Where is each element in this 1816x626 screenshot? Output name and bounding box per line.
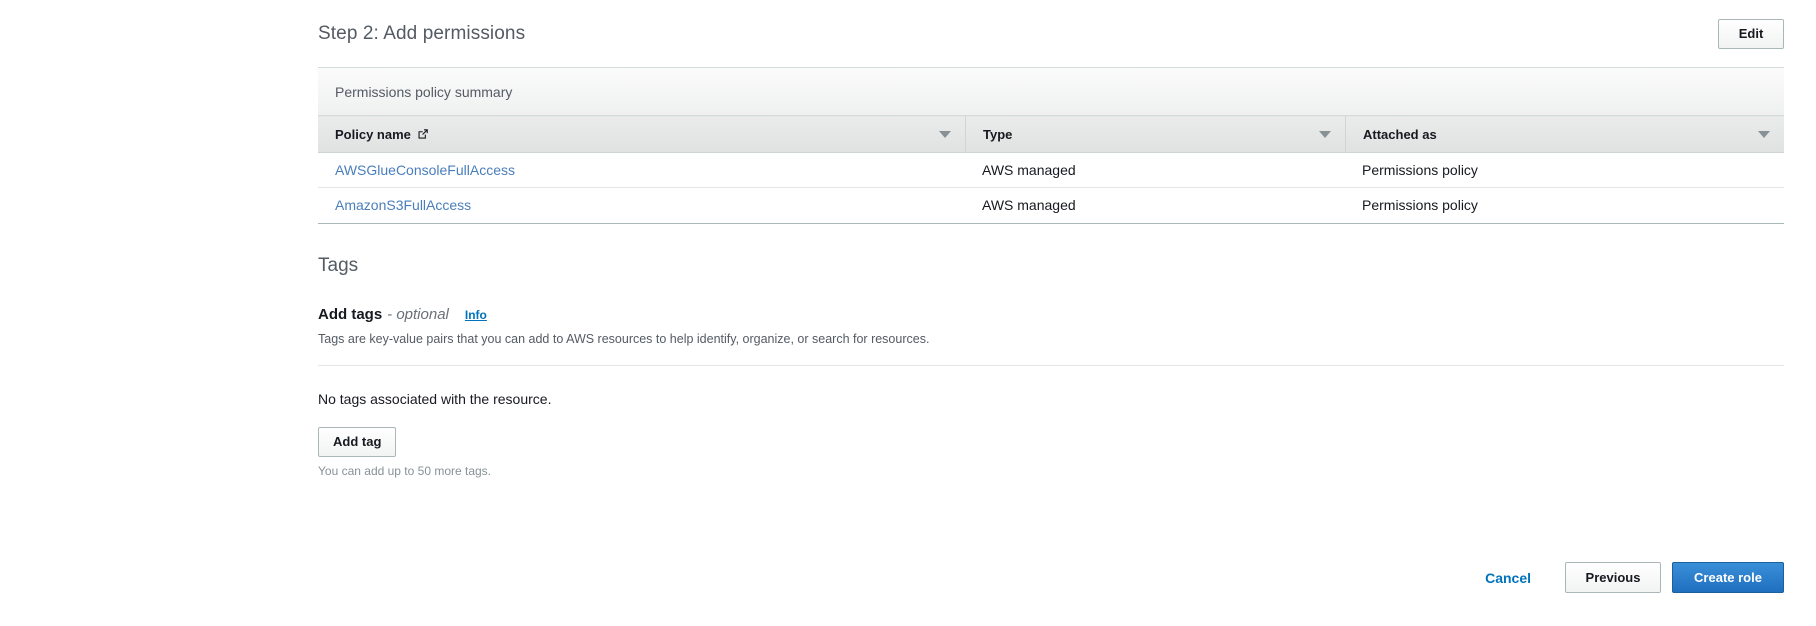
- tags-section-heading: Tags: [318, 254, 359, 276]
- table-row: AmazonS3FullAccess AWS managed Permissio…: [318, 188, 1784, 223]
- sort-attached-as-icon[interactable]: [1758, 130, 1770, 138]
- create-role-button[interactable]: Create role: [1672, 562, 1784, 593]
- cell-policy-name: AmazonS3FullAccess: [318, 188, 965, 223]
- add-tags-label: Add tags: [318, 305, 383, 323]
- add-tags-block: Add tags - optional Info Tags are key-va…: [318, 305, 1784, 478]
- policy-link-awsglueconsolefullaccess[interactable]: AWSGlueConsoleFullAccess: [335, 162, 515, 178]
- cell-attached-as: Permissions policy: [1362, 197, 1478, 214]
- tags-divider: [318, 364, 1784, 366]
- external-link-icon[interactable]: [417, 128, 429, 140]
- cell-type: AWS managed: [965, 152, 1345, 188]
- permissions-policy-table-body: AWSGlueConsoleFullAccess AWS managed Per…: [318, 152, 1784, 223]
- previous-button[interactable]: Previous: [1565, 562, 1661, 593]
- add-tags-title-row: Add tags - optional Info: [318, 305, 1784, 325]
- table-caption: Permissions policy summary: [318, 68, 1784, 115]
- create-role-step-panel: Step 2: Add permissions Edit Permissions…: [318, 0, 1784, 626]
- permissions-policy-table: Policy name Type Attached as AWSGlueCons…: [318, 115, 1784, 223]
- permissions-policy-summary: Permissions policy summary Policy name T…: [318, 68, 1784, 224]
- page-title: Step 2: Add permissions: [318, 22, 526, 44]
- column-header-attached-as-label: Attached as: [1363, 126, 1437, 142]
- column-header-policy-name-label: Policy name: [335, 126, 411, 142]
- step-header: Step 2: Add permissions Edit: [318, 0, 1784, 68]
- info-link[interactable]: Info: [465, 305, 487, 325]
- column-header-policy-name: Policy name: [318, 115, 965, 153]
- tags-limit-hint: You can add up to 50 more tags.: [318, 463, 492, 478]
- add-tags-description: Tags are key-value pairs that you can ad…: [318, 331, 930, 346]
- column-header-attached-as: Attached as: [1345, 115, 1784, 153]
- column-header-type-label: Type: [983, 126, 1013, 142]
- table-header-row: Policy name Type Attached as: [318, 115, 1784, 153]
- column-header-type: Type: [965, 115, 1345, 153]
- table-row: AWSGlueConsoleFullAccess AWS managed Per…: [318, 152, 1784, 188]
- no-tags-message: No tags associated with the resource.: [318, 390, 552, 407]
- sort-type-icon[interactable]: [1319, 130, 1331, 138]
- policy-link-amazons3fullaccess[interactable]: AmazonS3FullAccess: [335, 197, 471, 213]
- sort-policy-name-icon[interactable]: [939, 130, 951, 138]
- cell-policy-name: AWSGlueConsoleFullAccess: [318, 152, 965, 188]
- tags-section: Tags Add tags - optional Info Tags are k…: [318, 224, 1784, 478]
- add-tags-optional-label: - optional: [387, 305, 449, 323]
- edit-button[interactable]: Edit: [1718, 18, 1784, 49]
- cell-type: AWS managed: [982, 197, 1076, 214]
- cell-attached-as: Permissions policy: [1345, 152, 1784, 188]
- add-tag-button[interactable]: Add tag: [318, 426, 397, 457]
- wizard-footer-actions: Cancel Previous Create role: [1485, 562, 1784, 593]
- cancel-button[interactable]: Cancel: [1485, 570, 1531, 586]
- add-tag-row: Add tag: [318, 426, 1784, 457]
